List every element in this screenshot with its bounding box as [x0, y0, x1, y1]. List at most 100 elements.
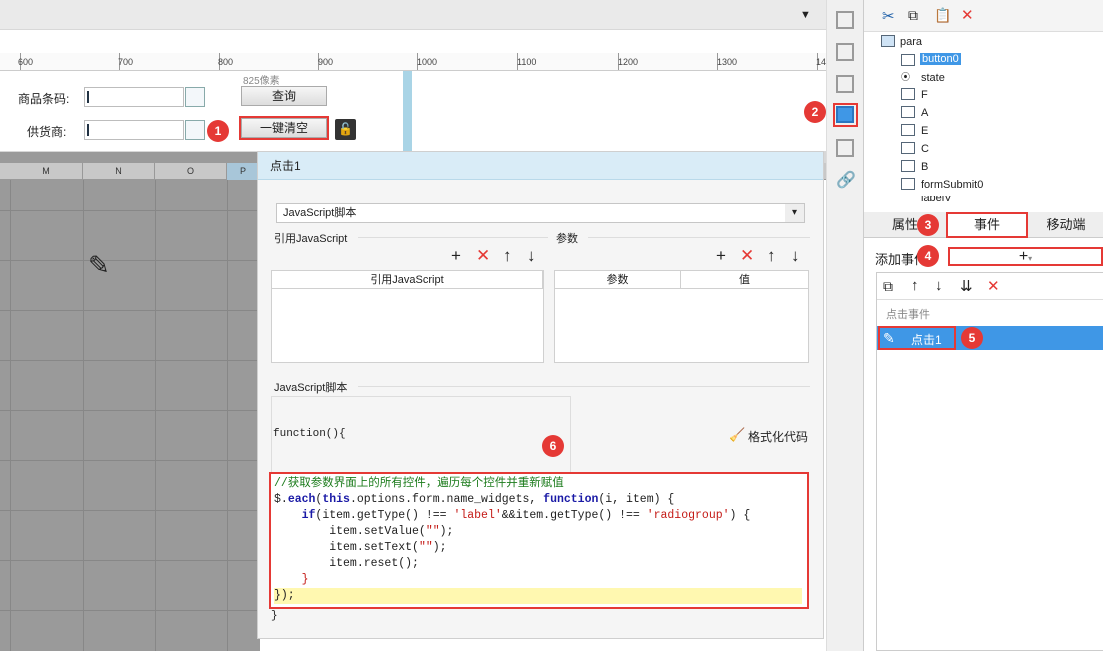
code-token: item.setValue( — [329, 525, 426, 538]
ruler-tick: 1000 — [417, 57, 438, 67]
badge-2: 2 — [804, 101, 826, 123]
code-token: }); — [274, 588, 802, 604]
ref-js-column-header: 引用JavaScript — [272, 271, 543, 289]
move-bottom-event-icon[interactable]: ⇊ — [960, 277, 973, 295]
params-section-title: 参数 — [556, 233, 578, 245]
delete-ref-icon[interactable]: ✕ — [476, 247, 490, 264]
designer-top-bar: ▼ — [0, 0, 826, 30]
chevron-down-icon[interactable]: ▾ — [785, 204, 804, 222]
layout-icon[interactable] — [836, 11, 854, 29]
event-dialog: 点击1 JavaScript脚本 ▾ 引用JavaScript 参数 + ✕ ↑… — [257, 151, 824, 639]
format-code-button[interactable]: 格式化代码 — [748, 428, 808, 445]
code-token: ); — [439, 525, 454, 538]
add-ref-icon[interactable]: + — [451, 247, 461, 264]
code-token: ) { — [729, 509, 751, 522]
size-hint: 825像素 — [243, 76, 280, 87]
pencil-icon: ✎ — [88, 250, 110, 280]
supplier-input[interactable] — [84, 120, 184, 140]
tree-item[interactable]: B — [921, 161, 928, 173]
value-column-header: 值 — [681, 271, 808, 289]
delete-param-icon[interactable]: ✕ — [740, 247, 754, 264]
ruler-tick: 1100 — [517, 57, 537, 67]
function-close: } — [271, 610, 278, 622]
event-group-label: 点击事件 — [886, 309, 930, 321]
function-open: function(){ — [273, 428, 346, 440]
badge-4: 4 — [917, 245, 939, 267]
report-sheet — [0, 152, 260, 651]
code-token: item.reset(); — [329, 557, 419, 570]
copy-icon[interactable]: ⧉ — [908, 7, 918, 24]
script-type-select[interactable]: JavaScript脚本 — [276, 203, 805, 223]
code-token: "" — [418, 541, 433, 554]
badge-3: 3 — [917, 214, 939, 236]
column-header[interactable]: N — [83, 163, 155, 180]
query-button[interactable]: 查询 — [241, 86, 327, 106]
ruler-tick: 600 — [18, 57, 34, 67]
tree-item[interactable]: E — [921, 125, 928, 137]
code-token: $. — [274, 493, 288, 506]
move-up-event-icon[interactable]: ↑ — [911, 277, 919, 294]
ruler-tick: 1400 — [816, 57, 826, 67]
badge-5: 5 — [961, 327, 983, 349]
code-token: 'label' — [453, 509, 502, 522]
add-event-button[interactable]: +▾ — [948, 247, 1103, 266]
tree-item[interactable]: para — [900, 36, 922, 48]
code-token: each — [287, 493, 316, 506]
paste-icon[interactable]: 📋 — [934, 7, 951, 24]
code-token: (item.getType() !== — [315, 509, 454, 522]
column-header[interactable]: O — [155, 163, 227, 180]
code-token: item.setText( — [329, 541, 419, 554]
pane-width-handle[interactable] — [403, 71, 412, 151]
code-token: &&item.getType() !== — [501, 509, 647, 522]
code-comment: //获取参数界面上的所有控件，遍历每个控件并重新赋值 — [274, 477, 564, 490]
tab-mobile[interactable]: 移动端 — [1028, 212, 1103, 238]
move-up-param-icon[interactable]: ↑ — [767, 247, 776, 264]
style-icon[interactable] — [836, 139, 854, 157]
badge-1: 1 — [207, 120, 229, 142]
code-editor[interactable]: //获取参数界面上的所有控件，遍历每个控件并重新赋值 $.each(this.o… — [269, 472, 809, 609]
barcode-label: 商品条码: — [18, 92, 70, 106]
frame-icon[interactable] — [836, 75, 854, 93]
dropdown-icon[interactable]: ▼ — [800, 9, 811, 21]
params-table[interactable]: 参数 值 — [554, 270, 809, 363]
event-icon-highlight — [833, 103, 858, 127]
ruler-tick: 700 — [118, 57, 134, 67]
barcode-picker-icon[interactable] — [185, 87, 205, 107]
tree-item[interactable]: C — [921, 143, 929, 155]
add-event-plus: + — [1018, 248, 1029, 265]
column-header[interactable]: M — [10, 163, 83, 180]
add-param-icon[interactable]: + — [716, 247, 726, 264]
move-up-ref-icon[interactable]: ↑ — [503, 247, 512, 264]
radio-icon: ⦿ — [901, 72, 911, 82]
ref-js-table[interactable]: 引用JavaScript — [271, 270, 544, 363]
tree-item-selected[interactable]: button0 — [920, 53, 961, 65]
column-header[interactable]: P — [227, 163, 260, 180]
info-icon[interactable] — [836, 43, 854, 61]
tree-item[interactable]: state — [921, 72, 945, 84]
broom-icon[interactable]: 🧹 — [729, 427, 745, 443]
cut-icon[interactable]: ✂ — [882, 7, 895, 25]
lock-icon[interactable]: 🔓 — [335, 119, 356, 140]
code-token: "" — [425, 525, 440, 538]
tree-item[interactable]: formSubmit0 — [921, 179, 983, 191]
move-down-param-icon[interactable]: ↓ — [791, 247, 800, 264]
tree-item[interactable]: F — [921, 89, 928, 101]
delete-event-icon[interactable]: ✕ — [987, 277, 1000, 295]
link-icon[interactable]: 🔗 — [836, 170, 856, 190]
dialog-title: 点击1 — [258, 152, 823, 180]
copy-event-icon[interactable]: ⧉ — [883, 278, 893, 295]
move-down-ref-icon[interactable]: ↓ — [527, 247, 536, 264]
supplier-label: 供货商: — [27, 125, 67, 139]
ruler-tick: 900 — [318, 57, 334, 67]
tree-item[interactable]: labelV — [921, 196, 952, 204]
tree-item[interactable]: A — [921, 107, 928, 119]
supplier-picker-icon[interactable] — [185, 120, 205, 140]
move-down-event-icon[interactable]: ↓ — [935, 277, 943, 294]
tree-toolbar: ✂ ⧉ 📋 ✕ — [864, 0, 1103, 32]
ruler-tick: 800 — [218, 57, 234, 67]
tab-events[interactable]: 事件 — [946, 212, 1028, 238]
barcode-input[interactable] — [84, 87, 184, 107]
edit-icon[interactable]: ✎ — [883, 330, 895, 347]
delete-icon[interactable]: ✕ — [961, 6, 974, 24]
clear-button-highlight — [239, 116, 329, 140]
